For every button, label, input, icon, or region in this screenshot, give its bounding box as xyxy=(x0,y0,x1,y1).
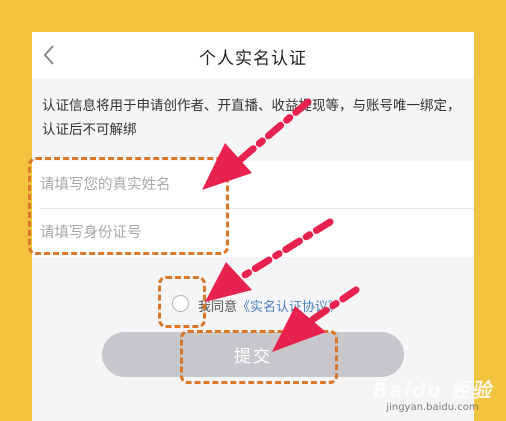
annotation-arrow xyxy=(236,98,312,164)
annotation-arrow xyxy=(236,218,334,282)
annotation-arrows xyxy=(202,98,360,352)
watermark-main: Baidu 经验 xyxy=(372,378,492,402)
watermark: Baidu 经验 jingyan.baidu.com xyxy=(373,374,492,413)
watermark-url: jingyan.baidu.com xyxy=(386,402,479,413)
annotation-arrow xyxy=(308,286,360,324)
annotation-arrowhead xyxy=(205,262,252,302)
annotation-arrowhead xyxy=(202,143,252,190)
